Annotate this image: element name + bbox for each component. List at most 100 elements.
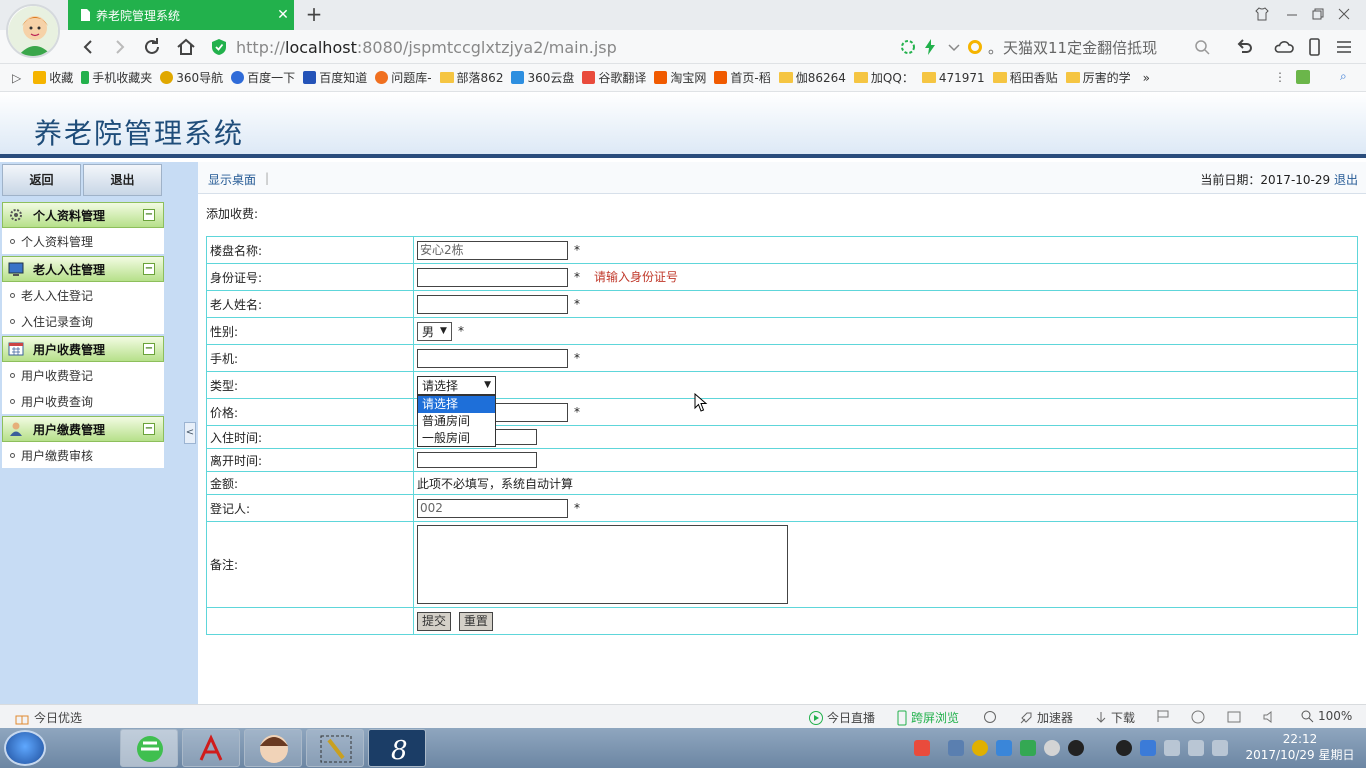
tray-signal-icon[interactable]	[1212, 740, 1228, 756]
bookmark-item[interactable]: 伽86264	[778, 69, 846, 86]
tray-qq-icon[interactable]	[1068, 740, 1084, 756]
zoom-icon[interactable]: ⌕	[1340, 69, 1347, 84]
type-select[interactable]: 请选择 ▼	[417, 375, 496, 395]
sidebar-item-checkin-register[interactable]: 老人入住登记	[2, 282, 164, 308]
url-field[interactable]: http://localhost:8080/jspmtccglxtzjya2/m…	[212, 34, 900, 60]
bookmark-item[interactable]: 360云盘	[511, 69, 574, 86]
refresh-status-icon[interactable]	[982, 709, 998, 725]
menu-section-payments[interactable]: 用户缴费管理 −	[2, 416, 164, 442]
taskbar-browser[interactable]	[120, 729, 178, 767]
user-avatar[interactable]	[6, 4, 60, 58]
search-icon[interactable]	[1190, 35, 1214, 59]
bookmark-item[interactable]: 手机收藏夹	[81, 69, 152, 86]
bookmark-item[interactable]: 淘宝网	[654, 69, 706, 86]
taskbar-photo[interactable]	[244, 729, 302, 767]
shirt-skin-icon[interactable]	[1254, 6, 1272, 24]
elder-name-input[interactable]	[417, 294, 568, 314]
dropdown-option[interactable]: 请选择	[418, 396, 495, 413]
bookmarks-more[interactable]: »	[1143, 71, 1150, 85]
bookmark-item[interactable]: 百度知道	[303, 69, 367, 86]
bookmark-item[interactable]: 百度一下	[231, 69, 295, 86]
restore-icon[interactable]	[1310, 6, 1328, 24]
home-icon[interactable]	[174, 35, 198, 59]
remark-textarea[interactable]	[417, 525, 788, 604]
minimize-icon[interactable]	[1284, 6, 1302, 24]
sidebar-item-payment-review[interactable]: 用户缴费审核	[2, 442, 164, 468]
today-picks[interactable]: 今日优选	[14, 709, 82, 726]
tab-close-icon[interactable]: ✕	[272, 7, 294, 23]
bookmark-item[interactable]: 谷歌翻译	[582, 69, 646, 86]
menu-section-charges[interactable]: 用户收费管理 −	[2, 336, 164, 362]
type-dropdown-list[interactable]: 请选择 普通房间 一般房间	[417, 395, 496, 447]
search-input[interactable]: 。天猫双11定金翻倍抵现	[968, 35, 1218, 59]
bookmark-item[interactable]: 471971	[921, 71, 985, 85]
volume-icon[interactable]	[1262, 709, 1278, 725]
bookmark-item[interactable]: 厉害的学	[1065, 69, 1131, 86]
registrar-input[interactable]: 002	[417, 498, 568, 518]
menu-section-profile[interactable]: 个人资料管理 −	[2, 202, 164, 228]
phone-icon[interactable]	[1302, 35, 1326, 59]
collapse-toggle-icon[interactable]: −	[143, 343, 155, 355]
window-icon[interactable]	[1226, 709, 1242, 725]
bookmark-item[interactable]: 收藏	[33, 69, 73, 86]
checkout-time-input[interactable]	[417, 452, 537, 468]
logout-link[interactable]: 退出	[1334, 173, 1358, 187]
back-button[interactable]: 返回	[2, 164, 81, 196]
sidebar-toggle-icon[interactable]: ▷	[12, 71, 21, 85]
tray-360-icon[interactable]	[972, 740, 988, 756]
cross-screen[interactable]: 跨屏浏览	[896, 709, 959, 726]
lightning-icon[interactable]	[918, 35, 942, 59]
building-input[interactable]: 安心2栋	[417, 240, 568, 260]
reset-button[interactable]: 重置	[458, 611, 493, 631]
taskbar-tools[interactable]	[306, 729, 364, 767]
system-clock[interactable]: 22:12 2017/10/29 星期日	[1240, 731, 1360, 763]
bookmark-item[interactable]: 加QQ：	[853, 69, 914, 86]
apps-icon[interactable]	[1296, 70, 1310, 84]
dropdown-option[interactable]: 一般房间	[418, 430, 495, 447]
back-arrow-icon[interactable]	[76, 35, 100, 59]
forward-arrow-icon[interactable]	[108, 35, 132, 59]
dropdown-option[interactable]: 普通房间	[418, 413, 495, 430]
bookmark-item[interactable]: 首页-稻	[714, 69, 771, 86]
tray-security-icon[interactable]	[1020, 740, 1036, 756]
tray-qq-icon[interactable]	[1116, 740, 1132, 756]
zoom-level[interactable]: 100%	[1300, 709, 1352, 723]
tray-volume-icon[interactable]	[1188, 740, 1204, 756]
bookmark-item[interactable]: 问题库-	[375, 69, 432, 86]
refresh-icon[interactable]	[140, 35, 164, 59]
tray-keyboard-icon[interactable]	[1140, 740, 1156, 756]
sidebar-item-profile[interactable]: 个人资料管理	[2, 228, 164, 254]
undo-icon[interactable]	[1232, 35, 1256, 59]
sidebar-collapse-icon[interactable]: <	[184, 422, 196, 444]
sidebar-item-checkin-query[interactable]: 入住记录查询	[2, 308, 164, 334]
bookmark-item[interactable]: 360导航	[160, 69, 223, 86]
ie-icon[interactable]	[1190, 709, 1206, 725]
taskbar-app[interactable]: 8	[368, 729, 426, 767]
sidebar-item-charge-register[interactable]: 用户收费登记	[2, 362, 164, 388]
submit-button[interactable]: 提交	[417, 611, 452, 631]
collapse-toggle-icon[interactable]: −	[143, 209, 155, 221]
show-desktop-link[interactable]: 显示桌面	[208, 171, 256, 188]
today-live[interactable]: 今日直播	[808, 709, 875, 726]
chevron-down-icon[interactable]	[942, 35, 966, 59]
sidebar-item-charge-query[interactable]: 用户收费查询	[2, 388, 164, 414]
accelerator[interactable]: 加速器	[1018, 709, 1073, 726]
tray-sogou-icon[interactable]	[914, 740, 930, 756]
taskbar-acrobat[interactable]	[182, 729, 240, 767]
tray-shield-icon[interactable]	[996, 740, 1012, 756]
tray-network-icon[interactable]	[1164, 740, 1180, 756]
collapse-toggle-icon[interactable]: −	[143, 263, 155, 275]
exit-button[interactable]: 退出	[83, 164, 162, 196]
cloud-icon[interactable]	[1272, 35, 1296, 59]
speed-icon[interactable]	[896, 35, 920, 59]
menu-section-checkin[interactable]: 老人入住管理 −	[2, 256, 164, 282]
tab-active[interactable]: 养老院管理系统 ✕	[68, 0, 294, 30]
idcard-input[interactable]	[417, 267, 568, 287]
start-button[interactable]	[4, 730, 46, 766]
flag-icon[interactable]	[1156, 709, 1170, 723]
bookmark-item[interactable]: 部落862	[439, 69, 503, 86]
more-dots-icon[interactable]: ⋮	[1274, 70, 1286, 84]
new-tab-button[interactable]: +	[302, 3, 326, 27]
tray-flower-icon[interactable]	[1044, 740, 1060, 756]
tray-user-icon[interactable]	[948, 740, 964, 756]
